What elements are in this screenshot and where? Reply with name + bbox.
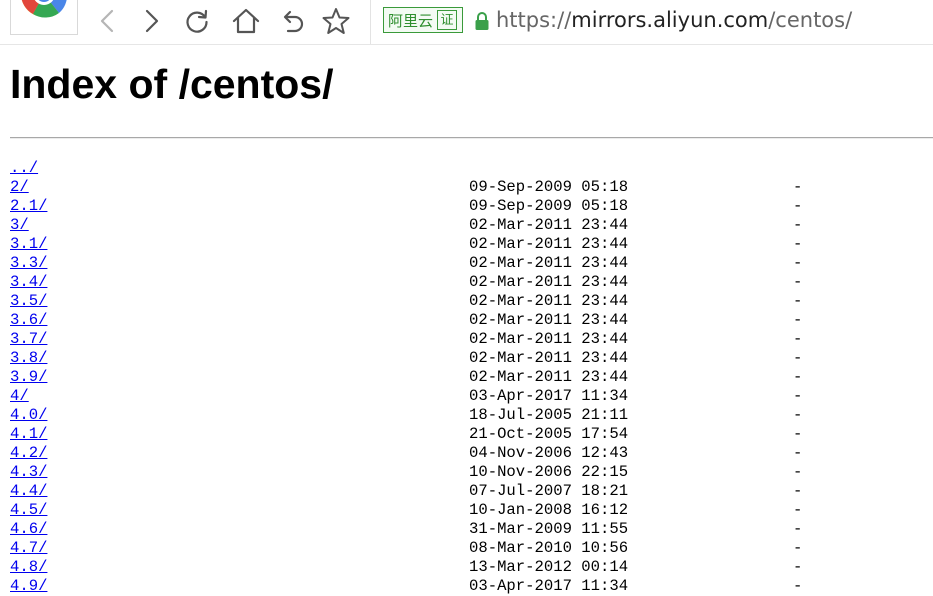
modified-date: 02-Mar-2011 23:44 xyxy=(469,235,629,253)
back-arrow-icon xyxy=(100,9,114,33)
directory-link[interactable]: 4.8/ xyxy=(10,558,47,577)
directory-link[interactable]: 3.7/ xyxy=(10,330,47,349)
horizontal-rule xyxy=(10,137,933,139)
file-size: - xyxy=(793,254,803,272)
file-size: - xyxy=(793,235,803,253)
file-size: - xyxy=(793,539,803,557)
undo-icon xyxy=(283,10,304,33)
modified-date: 07-Jul-2007 18:21 xyxy=(469,482,629,500)
browser-logo[interactable] xyxy=(10,0,78,35)
directory-link[interactable]: 4/ xyxy=(10,387,29,406)
modified-date: 08-Mar-2010 10:56 xyxy=(469,539,629,557)
reload-icon xyxy=(186,9,208,33)
modified-date: 09-Sep-2009 05:18 xyxy=(469,178,629,196)
browser-logo-icon xyxy=(21,0,67,18)
lock-icon[interactable] xyxy=(474,11,490,31)
directory-link[interactable]: 3.5/ xyxy=(10,292,47,311)
favorite-button[interactable] xyxy=(322,7,350,35)
file-size: - xyxy=(793,197,803,215)
modified-date: 10-Nov-2006 22:15 xyxy=(469,463,629,481)
modified-date: 03-Apr-2017 11:34 xyxy=(469,577,629,595)
directory-link[interactable]: 3.4/ xyxy=(10,273,47,292)
directory-link[interactable]: 4.4/ xyxy=(10,482,47,501)
modified-date: 13-Mar-2012 00:14 xyxy=(469,558,629,576)
directory-link[interactable]: 4.5/ xyxy=(10,501,47,520)
file-size: - xyxy=(793,558,803,576)
directory-link[interactable]: 3/ xyxy=(10,216,29,235)
modified-date: 04-Nov-2006 12:43 xyxy=(469,444,629,462)
modified-date: 02-Mar-2011 23:44 xyxy=(469,292,629,310)
directory-link[interactable]: 3.1/ xyxy=(10,235,47,254)
url-host: mirrors.aliyun.com xyxy=(571,8,769,32)
modified-date: 21-Oct-2005 17:54 xyxy=(469,425,629,443)
modified-date: 02-Mar-2011 23:44 xyxy=(469,330,629,348)
forward-arrow-icon xyxy=(145,9,159,33)
site-badge[interactable]: 阿里云 证 xyxy=(383,7,463,33)
modified-date: 02-Mar-2011 23:44 xyxy=(469,311,629,329)
directory-link[interactable]: 2/ xyxy=(10,178,29,197)
file-size: - xyxy=(793,463,803,481)
parent-directory-link[interactable]: ../ xyxy=(10,159,38,178)
certificate-badge: 证 xyxy=(437,10,458,30)
home-button[interactable] xyxy=(232,7,260,35)
directory-link[interactable]: 4.7/ xyxy=(10,539,47,558)
url-protocol: https:// xyxy=(496,8,572,32)
directory-link[interactable]: 4.3/ xyxy=(10,463,47,482)
modified-date: 31-Mar-2009 11:55 xyxy=(469,520,629,538)
directory-link[interactable]: 4.2/ xyxy=(10,444,47,463)
page-title: Index of /centos/ xyxy=(10,61,334,107)
file-size: - xyxy=(793,482,803,500)
directory-link[interactable]: 3.6/ xyxy=(10,311,47,330)
modified-date: 02-Mar-2011 23:44 xyxy=(469,368,629,386)
file-size: - xyxy=(793,520,803,538)
modified-date: 03-Apr-2017 11:34 xyxy=(469,387,629,405)
file-size: - xyxy=(793,387,803,405)
directory-link[interactable]: 3.3/ xyxy=(10,254,47,273)
directory-link[interactable]: 4.9/ xyxy=(10,577,47,596)
address-bar[interactable]: https://mirrors.aliyun.com/centos/ xyxy=(496,8,852,32)
file-size: - xyxy=(793,216,803,234)
modified-date: 09-Sep-2009 05:18 xyxy=(469,197,629,215)
file-size: - xyxy=(793,273,803,291)
directory-link[interactable]: 2.1/ xyxy=(10,197,47,216)
address-separator xyxy=(370,0,371,44)
directory-link[interactable]: 3.8/ xyxy=(10,349,47,368)
file-size: - xyxy=(793,406,803,424)
home-icon xyxy=(232,8,260,34)
modified-date: 10-Jan-2008 16:12 xyxy=(469,501,629,519)
file-size: - xyxy=(793,368,803,386)
undo-button[interactable] xyxy=(279,7,307,35)
directory-link[interactable]: 4.1/ xyxy=(10,425,47,444)
forward-button[interactable] xyxy=(137,7,165,35)
directory-link[interactable]: 4.0/ xyxy=(10,406,47,425)
browser-toolbar: 阿里云 证 https://mirrors.aliyun.com/centos/ xyxy=(0,0,933,45)
directory-link[interactable]: 3.9/ xyxy=(10,368,47,387)
site-badge-label: 阿里云 xyxy=(388,11,434,30)
file-size: - xyxy=(793,425,803,443)
file-size: - xyxy=(793,349,803,367)
back-button[interactable] xyxy=(94,7,122,35)
modified-date: 02-Mar-2011 23:44 xyxy=(469,273,629,291)
modified-date: 18-Jul-2005 21:11 xyxy=(469,406,629,424)
file-size: - xyxy=(793,292,803,310)
modified-date: 02-Mar-2011 23:44 xyxy=(469,216,629,234)
directory-link[interactable]: 4.6/ xyxy=(10,520,47,539)
file-size: - xyxy=(793,577,803,595)
file-size: - xyxy=(793,444,803,462)
reload-button[interactable] xyxy=(183,7,211,35)
url-path: /centos/ xyxy=(768,8,853,32)
star-icon xyxy=(322,8,350,34)
file-size: - xyxy=(793,330,803,348)
modified-date: 02-Mar-2011 23:44 xyxy=(469,349,629,367)
file-size: - xyxy=(793,311,803,329)
file-size: - xyxy=(793,178,803,196)
modified-date: 02-Mar-2011 23:44 xyxy=(469,254,629,272)
file-size: - xyxy=(793,501,803,519)
